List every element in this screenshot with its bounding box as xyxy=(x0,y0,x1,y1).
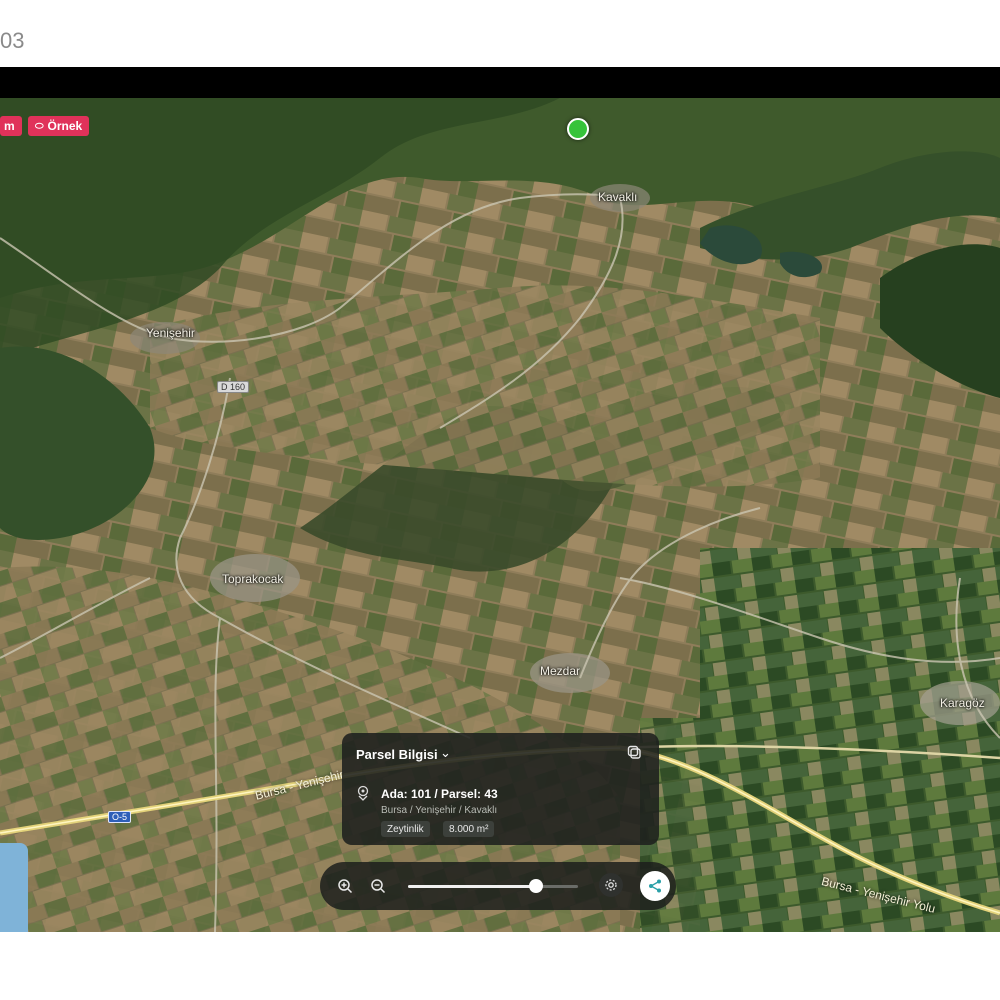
parcel-info-card[interactable]: Parsel Bilgisi ⌄ Ada: 101 / Parsel: 43 B… xyxy=(342,733,659,845)
location-icon xyxy=(357,785,369,801)
page-number: 03 xyxy=(0,28,25,53)
chevron-down-icon[interactable]: ⌄ xyxy=(440,745,451,761)
gear-icon xyxy=(605,879,617,891)
parcel-number: Ada: 101 / Parsel: 43 xyxy=(381,787,498,801)
parcel-tag-type: Zeytinlik xyxy=(381,821,430,837)
copy-icon[interactable] xyxy=(627,745,643,761)
chip-partial[interactable]: m xyxy=(0,116,22,136)
chip-label: m xyxy=(4,119,15,133)
zoom-out-icon xyxy=(371,879,386,894)
zoom-out-button[interactable] xyxy=(366,874,390,898)
place-label-toprakocak: Toprakocak xyxy=(222,572,284,586)
zoom-in-button[interactable] xyxy=(333,874,357,898)
zoom-slider[interactable] xyxy=(408,879,578,893)
parcel-address: Bursa / Yenişehir / Kavaklı xyxy=(381,805,498,816)
tag-icon: ⬭ xyxy=(35,120,44,132)
satellite-map[interactable]: m ⬭ Örnek Kavaklı Yenişehir Toprakocak M… xyxy=(0,98,1000,932)
road-badge-highway: O-5 xyxy=(108,811,132,823)
place-label-yenisehir: Yenişehir xyxy=(146,326,195,340)
info-card-title: Parsel Bilgisi xyxy=(356,747,438,762)
zoom-slider-knob[interactable] xyxy=(529,879,543,893)
place-label-mezdar: Mezdar xyxy=(540,664,581,678)
parcel-tag-area: 8.000 m² xyxy=(443,821,495,837)
place-label-kavakli: Kavaklı xyxy=(598,190,638,204)
settings-button[interactable] xyxy=(599,873,623,897)
bottom-frame xyxy=(0,932,1000,1000)
road-badge-d160: D 160 xyxy=(217,381,250,393)
top-frame-bar xyxy=(0,67,1000,98)
place-label-karagoz: Karagöz xyxy=(940,696,985,710)
map-toolbar xyxy=(320,862,676,910)
side-panel-handle[interactable] xyxy=(0,843,28,932)
chip-ornek[interactable]: ⬭ Örnek xyxy=(28,116,90,136)
share-button[interactable] xyxy=(640,871,670,901)
zoom-slider-fill xyxy=(408,885,536,888)
location-pin-marker[interactable] xyxy=(567,118,589,140)
chip-label: Örnek xyxy=(47,119,83,133)
zoom-in-icon xyxy=(338,879,353,894)
share-icon xyxy=(649,879,661,893)
